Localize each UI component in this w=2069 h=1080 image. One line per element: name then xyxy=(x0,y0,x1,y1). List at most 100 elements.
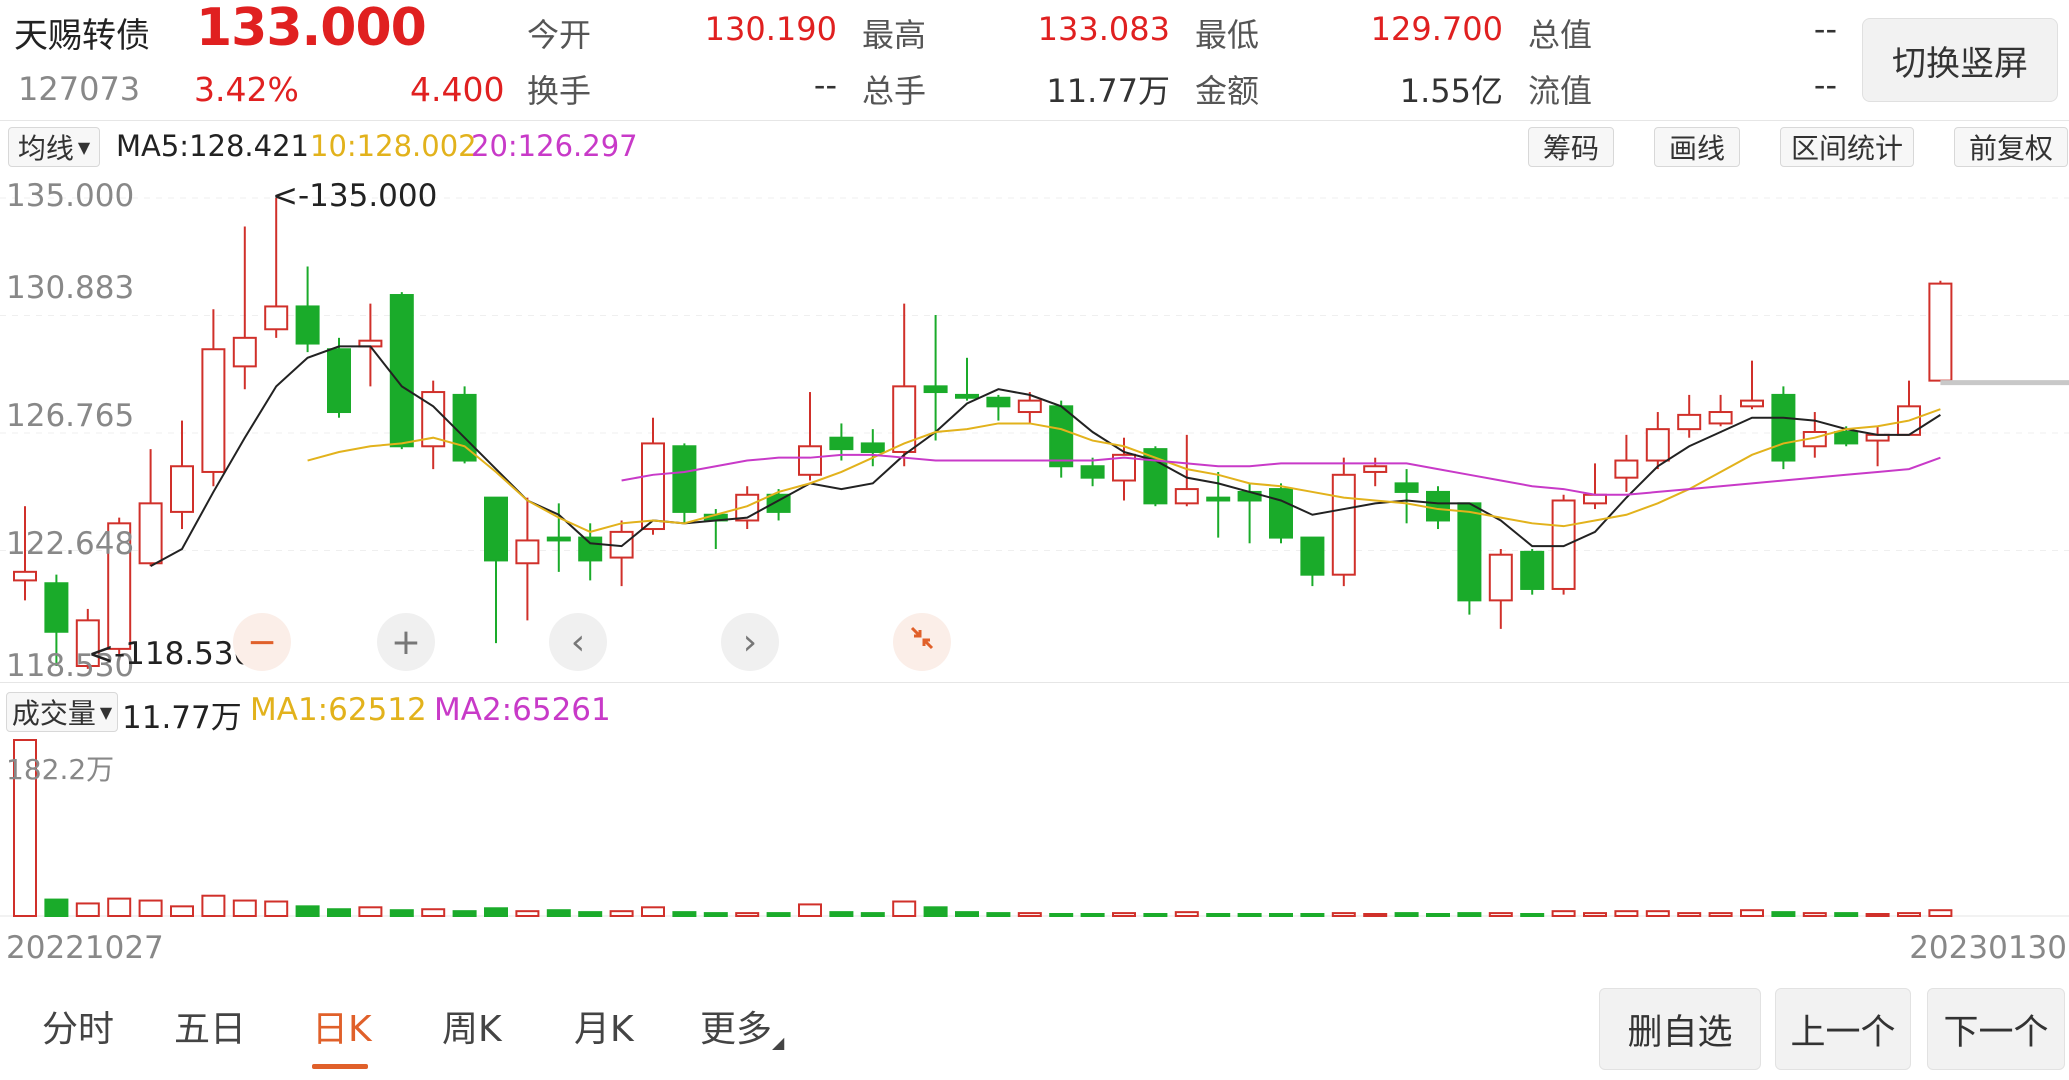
candle-body xyxy=(1363,465,1388,473)
stat-label-turnover: 换手 xyxy=(527,72,592,110)
stat-value-low: 129.700 xyxy=(1370,10,1503,48)
volume-bar xyxy=(1614,910,1639,917)
candle-body xyxy=(546,536,571,542)
adjust-button[interactable]: 前复权 xyxy=(1954,127,2068,167)
candle-body xyxy=(1708,411,1733,425)
candle-body xyxy=(1174,488,1199,505)
volume-bar xyxy=(1112,912,1136,917)
volume-bar xyxy=(1426,913,1450,917)
candle-body xyxy=(1394,482,1419,493)
switch-portrait-button[interactable]: 切换竖屏 xyxy=(1862,18,2058,102)
tab-daily-k[interactable]: 日K xyxy=(312,1000,372,1052)
volume-bar xyxy=(1237,913,1262,917)
candle-body xyxy=(1645,428,1670,462)
volume-bar xyxy=(1206,913,1231,917)
candle-body xyxy=(44,582,69,633)
volume-bar xyxy=(1740,909,1764,918)
candle-body xyxy=(327,348,351,414)
volume-bar xyxy=(955,911,979,917)
candle-body xyxy=(389,294,414,448)
stat-label-low: 最低 xyxy=(1195,16,1260,54)
candle-body xyxy=(1834,431,1859,445)
candle-body xyxy=(1551,499,1576,590)
scroll-right-button[interactable]: › xyxy=(721,613,779,671)
volume-bar xyxy=(232,899,257,918)
stat-value-amount: 1.55亿 xyxy=(1399,72,1503,110)
previous-button[interactable]: 上一个 xyxy=(1775,988,1911,1070)
chart-divider xyxy=(0,682,2069,683)
volume-bar xyxy=(327,908,351,918)
candlestick-chart[interactable] xyxy=(0,172,2069,682)
stat-label-total-value: 总值 xyxy=(1528,16,1593,54)
candle-body xyxy=(1488,553,1513,602)
stat-label-amount: 金额 xyxy=(1195,72,1260,110)
range-stats-button[interactable]: 区间统计 xyxy=(1780,127,1914,167)
volume-bar xyxy=(1049,913,1074,917)
draw-line-button[interactable]: 画线 xyxy=(1654,127,1740,167)
ma-select-label: 均线 xyxy=(17,132,74,165)
next-button[interactable]: 下一个 xyxy=(1927,988,2065,1070)
stat-value-total-value: -- xyxy=(1813,10,1837,48)
volume-indicator-select[interactable]: 成交量 ▼ xyxy=(6,692,118,732)
ma5-legend: MA5:128.421 xyxy=(116,129,310,163)
ma10-legend: 10:128.002 xyxy=(310,129,477,163)
volume-bar xyxy=(1457,912,1482,917)
candle-body xyxy=(1677,413,1702,431)
candle-body xyxy=(829,436,854,451)
volume-chart[interactable] xyxy=(0,738,2069,920)
volume-bar xyxy=(829,911,854,917)
price-axis-label-4: 122.648 xyxy=(6,526,135,562)
candle-body xyxy=(1331,473,1356,576)
scroll-left-button[interactable]: ‹ xyxy=(549,613,607,671)
reset-zoom-button[interactable] xyxy=(893,613,951,671)
tab-weekly-k[interactable]: 周K xyxy=(442,1000,502,1052)
candle-body xyxy=(295,305,320,345)
header-divider xyxy=(0,120,2069,121)
volume-bar xyxy=(170,905,194,918)
stat-label-float-value: 流值 xyxy=(1528,72,1593,110)
zoom-out-button[interactable]: − xyxy=(233,613,291,671)
volume-bar xyxy=(1080,913,1105,917)
zoom-in-button[interactable]: + xyxy=(377,613,435,671)
volume-bar xyxy=(1269,913,1293,917)
volume-bar xyxy=(138,899,163,918)
candle-body xyxy=(1017,399,1042,414)
candle-body xyxy=(955,393,979,399)
volume-total: 11.77万 xyxy=(122,700,242,736)
candle-body xyxy=(1771,393,1796,462)
volume-ma1: MA1:62512 xyxy=(250,692,427,728)
volume-bar xyxy=(546,909,571,918)
candle-body xyxy=(641,442,665,531)
volume-bar xyxy=(389,909,414,918)
volume-select-label: 成交量 xyxy=(11,697,96,730)
candle-body xyxy=(1740,399,1764,408)
volume-bar xyxy=(1551,910,1576,917)
price-axis-label-3: 126.765 xyxy=(6,398,135,434)
min-price-annotation: <-118.530 xyxy=(88,636,254,672)
chips-button[interactable]: 筹码 xyxy=(1528,127,1614,167)
chevron-right-icon: › xyxy=(742,621,758,663)
end-date: 20230130 xyxy=(1909,930,2067,966)
volume-axis-max: 182.2万 xyxy=(6,753,115,786)
stat-value-volume: 11.77万 xyxy=(1046,72,1170,110)
volume-bar xyxy=(1928,909,1953,918)
candle-body xyxy=(170,465,194,513)
tab-intraday[interactable]: 分时 xyxy=(42,1000,114,1052)
volume-bar xyxy=(1771,911,1796,917)
ma-select[interactable]: 均线 ▼ xyxy=(8,127,100,167)
remove-watchlist-button[interactable]: 删自选 xyxy=(1599,988,1761,1070)
tab-monthly-k[interactable]: 月K xyxy=(574,1000,634,1052)
tab-more[interactable]: 更多◢ xyxy=(700,1000,784,1052)
volume-bar xyxy=(1488,912,1513,917)
volume-bar xyxy=(452,910,477,917)
candle-body xyxy=(138,502,163,565)
volume-bar xyxy=(44,898,69,918)
volume-bar xyxy=(1017,912,1042,917)
stat-value-turnover: -- xyxy=(813,66,837,104)
tab-five-day[interactable]: 五日 xyxy=(174,1000,246,1052)
volume-bar xyxy=(484,907,508,918)
volume-bar xyxy=(1677,912,1702,917)
change-percent: 3.42% xyxy=(194,70,299,109)
candle-body xyxy=(1457,502,1482,602)
max-price-annotation: <-135.000 xyxy=(272,178,438,214)
